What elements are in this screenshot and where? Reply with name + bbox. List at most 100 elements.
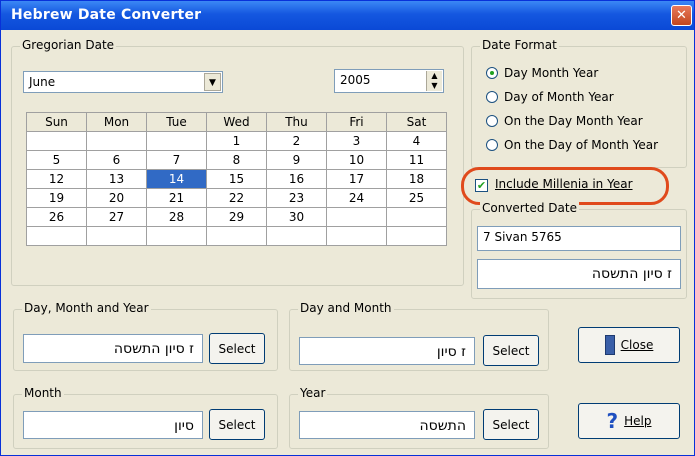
- calendar-day[interactable]: 8: [206, 150, 267, 170]
- help-button-label: Help: [624, 414, 652, 428]
- day-month-year-legend: Day, Month and Year: [22, 301, 151, 315]
- month-field[interactable]: סיון: [23, 411, 203, 439]
- window-title: Hebrew Date Converter: [11, 7, 202, 23]
- converted-hebrew-field[interactable]: ז סיון התשסה: [477, 259, 681, 289]
- window-close-icon[interactable]: ✕: [671, 5, 692, 26]
- calendar-day: [26, 131, 87, 151]
- calendar-day[interactable]: 4: [386, 131, 447, 151]
- calendar-day: [266, 226, 327, 246]
- calendar-day[interactable]: 13: [86, 169, 147, 189]
- calendar-day[interactable]: 16: [266, 169, 327, 189]
- help-button[interactable]: ? Help: [578, 403, 680, 439]
- calendar-day: [386, 226, 447, 246]
- calendar-day[interactable]: 10: [326, 150, 387, 170]
- day-month-field[interactable]: ז סיון: [299, 337, 475, 365]
- chevron-down-icon[interactable]: ▼: [204, 73, 221, 91]
- calendar-day: [26, 226, 87, 246]
- select-day-month-button[interactable]: Select: [483, 335, 539, 366]
- radio-button-icon[interactable]: [486, 91, 498, 103]
- date-format-legend: Date Format: [480, 38, 559, 52]
- date-format-option-label: Day of Month Year: [504, 90, 614, 104]
- date-format-option-label: Day Month Year: [504, 66, 599, 80]
- calendar-day[interactable]: 30: [266, 207, 327, 227]
- spinner-arrows-icon[interactable]: ▲ ▼: [426, 71, 442, 91]
- year-spinner-value: 2005: [340, 73, 371, 87]
- date-format-option[interactable]: Day of Month Year: [486, 90, 614, 104]
- date-format-option-label: On the Day Month Year: [504, 114, 643, 128]
- close-button-label: Close: [620, 338, 654, 352]
- calendar-day[interactable]: 25: [386, 188, 447, 208]
- calendar-day[interactable]: 7: [146, 150, 207, 170]
- calendar-day: [86, 131, 147, 151]
- calendar-grid[interactable]: Sun Mon Tue Wed Thu Fri Sat 1 2 3 4 5 6 7 8 9 10 11 12 13 1…: [26, 112, 447, 246]
- month-select-value: June: [29, 75, 56, 89]
- calendar-day[interactable]: 14: [146, 169, 207, 189]
- calendar-day[interactable]: 26: [26, 207, 87, 227]
- weekday-header: Mon: [86, 112, 147, 132]
- calendar-week: 26 27 28 29 30: [26, 207, 447, 227]
- calendar-day: [146, 226, 207, 246]
- calendar-day[interactable]: 27: [86, 207, 147, 227]
- date-format-option[interactable]: On the Day Month Year: [486, 114, 643, 128]
- calendar-day: [326, 226, 387, 246]
- calendar-day: [146, 131, 207, 151]
- radio-button-icon[interactable]: [486, 139, 498, 151]
- calendar-day[interactable]: 1: [206, 131, 267, 151]
- calendar-week: 19 20 21 22 23 24 25: [26, 188, 447, 208]
- door-icon: [604, 335, 615, 355]
- day-month-legend: Day and Month: [298, 301, 394, 315]
- calendar-day[interactable]: 17: [326, 169, 387, 189]
- weekday-header: Thu: [266, 112, 327, 132]
- calendar-day[interactable]: 22: [206, 188, 267, 208]
- calendar-day[interactable]: 18: [386, 169, 447, 189]
- calendar-day[interactable]: 6: [86, 150, 147, 170]
- close-button[interactable]: Close: [578, 327, 680, 363]
- calendar-day[interactable]: 20: [86, 188, 147, 208]
- weekday-header: Fri: [326, 112, 387, 132]
- calendar-day: [386, 207, 447, 227]
- year-spinner[interactable]: 2005 ▲ ▼: [334, 69, 444, 93]
- calendar-day[interactable]: 5: [26, 150, 87, 170]
- calendar-day[interactable]: 19: [26, 188, 87, 208]
- calendar-week: 1234: [26, 131, 447, 151]
- calendar-day: [206, 226, 267, 246]
- calendar-day[interactable]: 11: [386, 150, 447, 170]
- select-month-button[interactable]: Select: [209, 409, 265, 440]
- calendar-day: [326, 207, 387, 227]
- select-year-button[interactable]: Select: [483, 409, 539, 440]
- calendar-day[interactable]: 15: [206, 169, 267, 189]
- year-legend: Year: [298, 386, 328, 400]
- annotation-circle: [461, 167, 669, 205]
- calendar-week: [26, 226, 447, 246]
- radio-button-icon[interactable]: [486, 67, 498, 79]
- gregorian-date-legend: Gregorian Date: [20, 38, 117, 52]
- calendar-day: [86, 226, 147, 246]
- converted-date-legend: Converted Date: [480, 201, 579, 215]
- calendar-day[interactable]: 28: [146, 207, 207, 227]
- calendar-day[interactable]: 9: [266, 150, 327, 170]
- calendar-day[interactable]: 12: [26, 169, 87, 189]
- date-format-option-label: On the Day of Month Year: [504, 138, 659, 152]
- calendar-day[interactable]: 2: [266, 131, 327, 151]
- calendar-day[interactable]: 3: [326, 131, 387, 151]
- calendar-day[interactable]: 29: [206, 207, 267, 227]
- date-format-option[interactable]: Day Month Year: [486, 66, 598, 80]
- calendar-week: 12 13 14 15 16 17 18: [26, 169, 447, 189]
- weekday-header: Sun: [26, 112, 87, 132]
- select-day-month-year-button[interactable]: Select: [209, 333, 265, 364]
- weekday-header: Sat: [386, 112, 447, 132]
- calendar-day[interactable]: 23: [266, 188, 327, 208]
- year-field[interactable]: התשסה: [299, 411, 475, 439]
- converted-date-field[interactable]: 7 Sivan 5765: [477, 226, 681, 251]
- calendar-day[interactable]: 21: [146, 188, 207, 208]
- title-bar[interactable]: Hebrew Date Converter ✕: [1, 1, 694, 30]
- radio-button-icon[interactable]: [486, 115, 498, 127]
- calendar-week: 5 6 7 8 9 10 11: [26, 150, 447, 170]
- month-select[interactable]: June ▼: [23, 71, 223, 93]
- month-legend: Month: [22, 386, 64, 400]
- converter-window: Hebrew Date Converter ✕ Gregorian Date J…: [0, 0, 695, 456]
- help-icon: ?: [606, 409, 619, 433]
- day-month-year-field[interactable]: ז סיון התשסה: [23, 334, 203, 363]
- calendar-day[interactable]: 24: [326, 188, 387, 208]
- date-format-option[interactable]: On the Day of Month Year: [486, 138, 658, 152]
